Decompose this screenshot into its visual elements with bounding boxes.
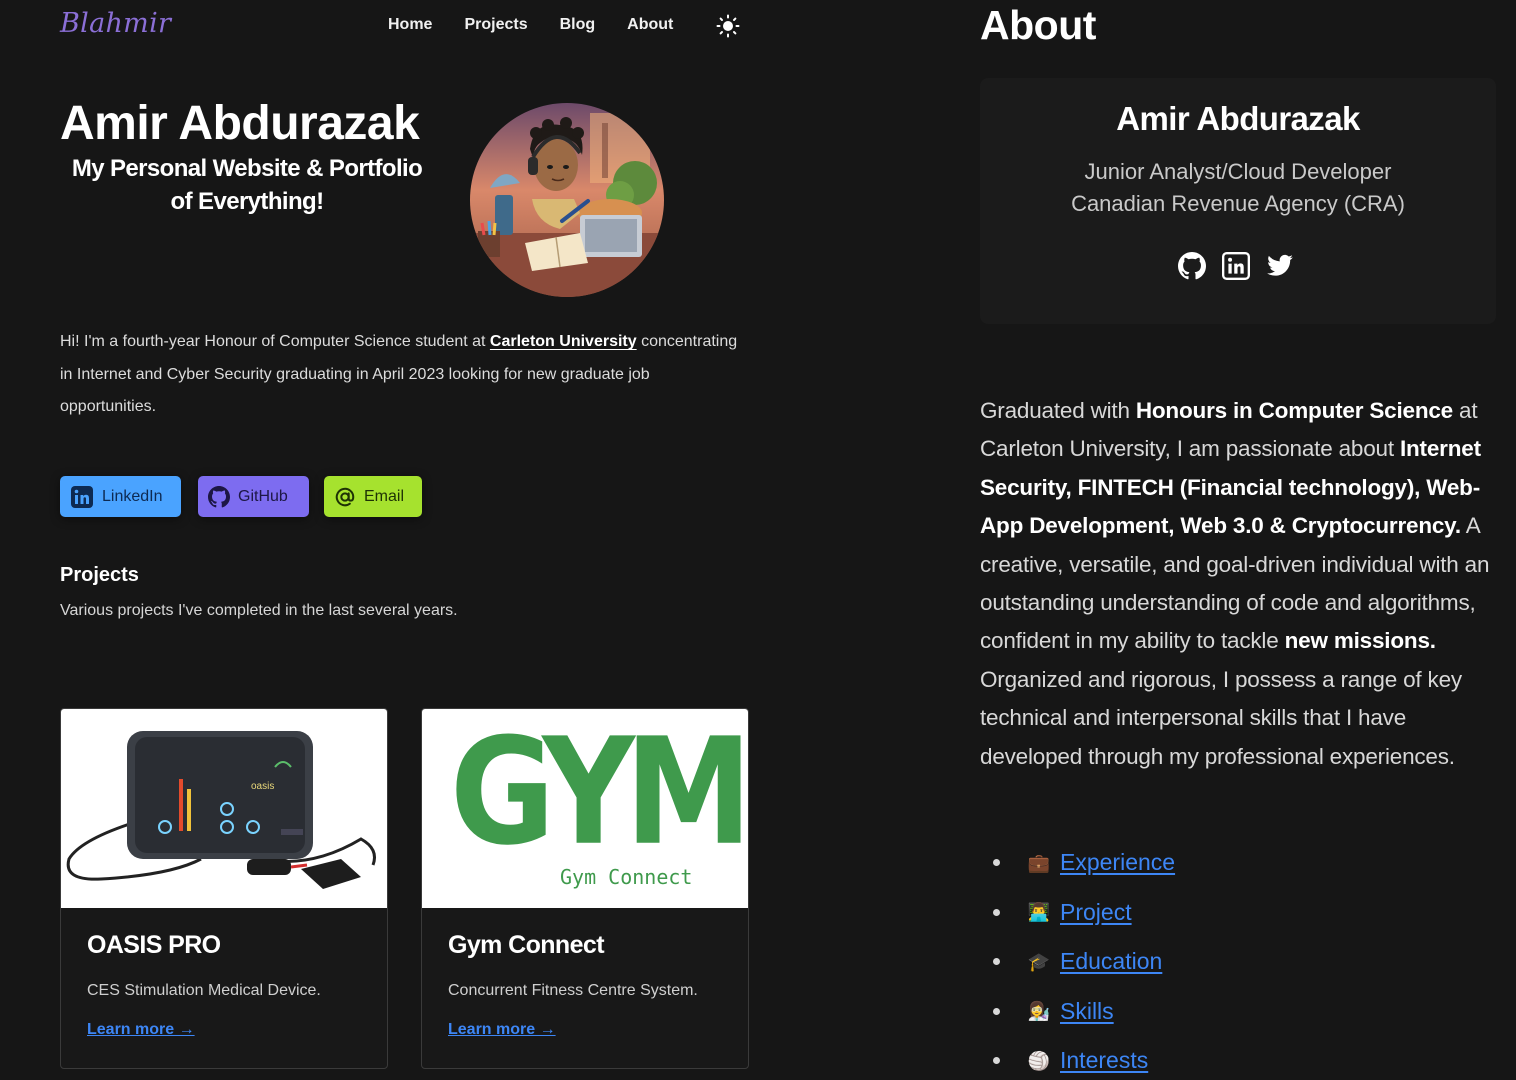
twitter-icon[interactable] <box>1266 252 1294 280</box>
profile-card: Amir Abdurazak Junior Analyst/Cloud Deve… <box>980 78 1496 324</box>
brand-logo[interactable]: Blahmir <box>60 8 171 39</box>
technologist-icon: 👨‍💻 <box>1027 902 1051 923</box>
hero-subtitle: My Personal Website & Portfolio of Every… <box>60 152 434 218</box>
project-description: CES Stimulation Medical Device. <box>87 982 321 999</box>
bio-text: Organized and rigorous, I possess a rang… <box>980 666 1462 769</box>
hero-name: Amir Abdurazak <box>60 97 420 150</box>
interests-link[interactable]: Interests <box>1060 1047 1148 1074</box>
volleyball-icon: 🏐 <box>1027 1050 1051 1071</box>
bio-highlight: new missions. <box>1284 628 1436 654</box>
hero-subtitle-line2: of Everything! <box>170 188 325 215</box>
linkedin-label: LinkedIn <box>102 487 163 505</box>
project-card-oasis[interactable]: oasis OASIS PRO CES Stimulation Medical … <box>60 708 388 1069</box>
project-title: OASIS PRO <box>87 931 221 959</box>
email-button[interactable]: Email <box>324 476 422 517</box>
about-section-links: 💼 Experience 👨‍💻 Project 🎓 Education 👩‍🔬… <box>980 838 1175 1080</box>
linkedin-icon <box>71 485 93 508</box>
profile-title: Junior Analyst/Cloud Developer <box>1084 159 1392 184</box>
graduation-cap-icon: 🎓 <box>1027 951 1051 972</box>
bio-highlight: Honours in Computer Science <box>1135 398 1453 423</box>
intro-text-start: Hi! I'm a fourth-year Honour of Computer… <box>60 333 490 350</box>
briefcase-icon: 💼 <box>1027 852 1051 873</box>
list-item-experience: 💼 Experience <box>980 838 1175 888</box>
nav-blog[interactable]: Blog <box>560 16 596 34</box>
skills-link[interactable]: Skills <box>1060 998 1114 1025</box>
profile-organization: Canadian Revenue Agency (CRA) <box>1071 191 1405 216</box>
projects-description: Various projects I've completed in the l… <box>60 602 458 619</box>
list-item-interests: 🏐 Interests <box>980 1036 1175 1080</box>
project-link[interactable]: Project <box>1060 899 1132 926</box>
profile-name: Amir Abdurazak <box>1116 100 1360 137</box>
svg-text:oasis: oasis <box>251 781 274 792</box>
at-sign-icon <box>335 487 355 506</box>
github-icon[interactable] <box>1178 252 1206 280</box>
projects-heading: Projects <box>60 564 139 586</box>
sun-icon[interactable] <box>716 14 740 38</box>
portfolio-home-panel: Blahmir Home Projects Blog About Amir Ab… <box>0 0 800 1080</box>
project-title: Gym Connect <box>448 931 605 959</box>
github-icon <box>208 485 230 507</box>
nav-home[interactable]: Home <box>388 16 432 34</box>
gym-logo-subtitle: Gym Connect <box>560 865 693 889</box>
about-bio: Graduated with Honours in Computer Scien… <box>980 392 1506 776</box>
scientist-icon: 👩‍🔬 <box>1027 1001 1051 1022</box>
social-links <box>1178 252 1294 280</box>
about-heading: About <box>980 2 1096 48</box>
list-item-education: 🎓 Education <box>980 937 1175 987</box>
intro-text: Hi! I'm a fourth-year Honour of Computer… <box>60 326 740 424</box>
oasis-device-image: oasis <box>61 709 387 908</box>
learn-more-link[interactable]: Learn more → <box>448 1021 556 1039</box>
experience-link[interactable]: Experience <box>1060 849 1175 876</box>
project-description: Concurrent Fitness Centre System. <box>448 982 698 999</box>
list-item-project: 👨‍💻 Project <box>980 888 1175 938</box>
hero-subtitle-line1: My Personal Website & Portfolio <box>71 155 423 182</box>
nav-projects[interactable]: Projects <box>464 16 527 34</box>
bio-text: Graduated with <box>980 398 1136 423</box>
education-link[interactable]: Education <box>1060 948 1162 975</box>
gym-connect-logo: GYM Gym Connect <box>422 709 748 908</box>
about-panel: About Amir Abdurazak Junior Analyst/Clou… <box>960 0 1516 1080</box>
nav-about[interactable]: About <box>627 16 673 34</box>
gym-logo-text: GYM <box>450 709 748 879</box>
profile-role: Junior Analyst/Cloud Developer Canadian … <box>980 156 1496 220</box>
avatar <box>470 103 664 297</box>
learn-more-link[interactable]: Learn more → <box>87 1021 195 1039</box>
github-button[interactable]: GitHub <box>198 476 309 517</box>
linkedin-icon[interactable] <box>1222 252 1250 280</box>
linkedin-button[interactable]: LinkedIn <box>60 476 181 517</box>
carleton-link[interactable]: Carleton University <box>490 333 637 350</box>
project-card-gym-connect[interactable]: GYM Gym Connect Gym Connect Concurrent F… <box>421 708 749 1069</box>
github-label: GitHub <box>238 487 288 505</box>
email-label: Email <box>364 487 405 505</box>
list-item-skills: 👩‍🔬 Skills <box>980 987 1175 1037</box>
main-nav: Home Projects Blog About <box>388 16 705 34</box>
